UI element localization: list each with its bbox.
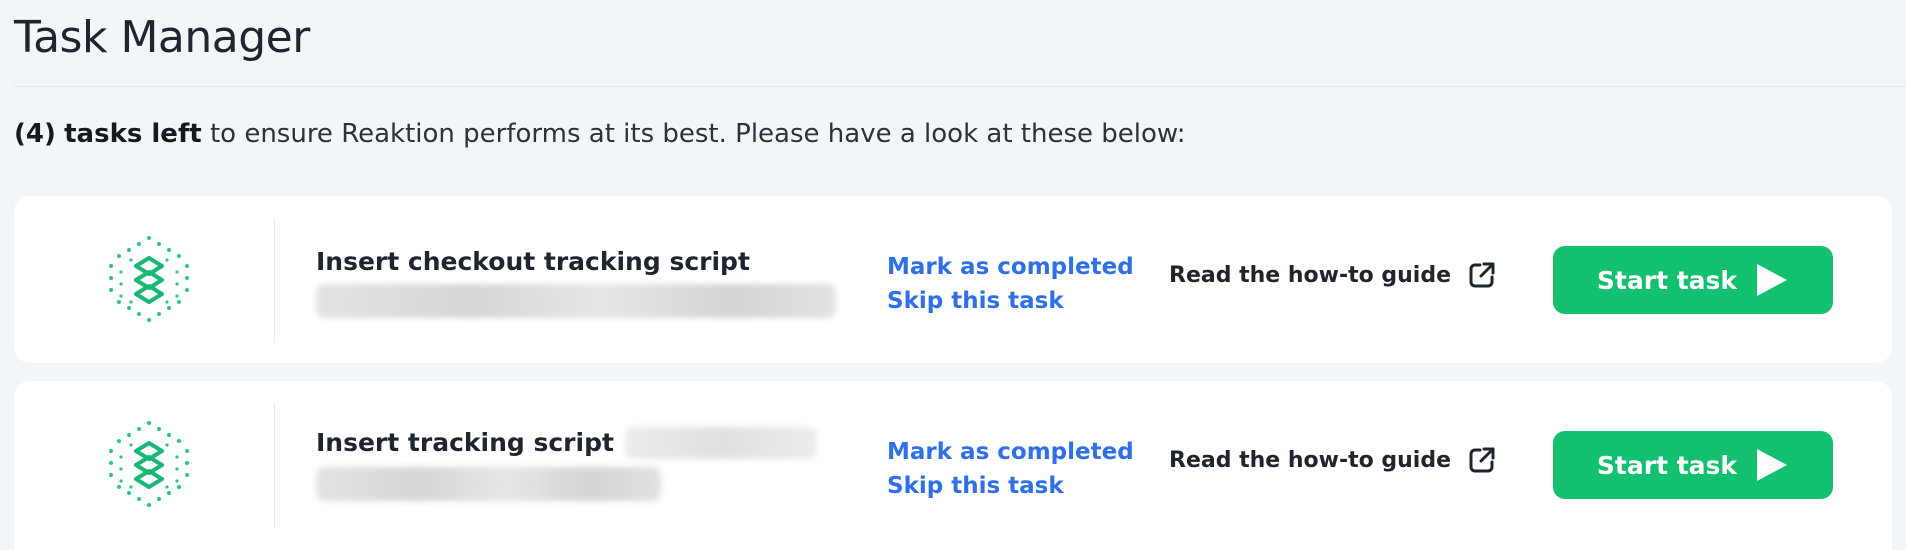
task-card: Insert tracking script Mark as completed… [14, 381, 1892, 550]
how-to-guide-label: Read the how-to guide [1169, 262, 1452, 288]
task-info: Insert checkout tracking script [316, 246, 836, 318]
redacted-task-title-suffix [625, 427, 818, 459]
task-card: Insert checkout tracking script Mark as … [14, 196, 1892, 363]
redacted-task-detail [316, 467, 661, 501]
skip-task-link[interactable]: Skip this task [887, 284, 1134, 318]
tasks-count: (4) [14, 119, 56, 149]
tasks-summary-text: to ensure Reaktion performs at its best.… [209, 119, 1186, 149]
start-task-label: Start task [1596, 450, 1738, 480]
external-link-icon [1469, 447, 1495, 473]
start-task-button[interactable]: Start task [1553, 431, 1833, 499]
how-to-guide-link[interactable]: Read the how-to guide [1169, 260, 1497, 290]
how-to-guide-link[interactable]: Read the how-to guide [1169, 445, 1497, 475]
how-to-guide-label: Read the how-to guide [1169, 447, 1452, 473]
start-task-button[interactable]: Start task [1553, 246, 1833, 314]
card-separator [274, 403, 275, 528]
header-divider [14, 86, 1906, 87]
task-title: Insert checkout tracking script [316, 247, 750, 276]
mark-completed-link[interactable]: Mark as completed [887, 250, 1134, 284]
task-actions: Mark as completed Skip this task [887, 435, 1134, 503]
external-link-icon [1469, 262, 1495, 288]
redacted-task-detail [316, 284, 836, 318]
reaktion-hexagon-logo-icon [109, 236, 189, 322]
card-separator [274, 218, 275, 343]
play-icon [1757, 449, 1788, 481]
play-icon [1757, 264, 1788, 296]
page-title: Task Manager [14, 12, 310, 63]
task-actions: Mark as completed Skip this task [887, 250, 1134, 318]
mark-completed-link[interactable]: Mark as completed [887, 435, 1134, 469]
start-task-label: Start task [1596, 265, 1738, 295]
task-info: Insert tracking script [316, 427, 818, 501]
reaktion-hexagon-logo-icon [109, 421, 189, 507]
skip-task-link[interactable]: Skip this task [887, 469, 1134, 503]
task-title: Insert tracking script [316, 428, 614, 457]
tasks-left-label: tasks left [64, 119, 202, 149]
tasks-summary: (4) tasks left to ensure Reaktion perfor… [14, 114, 1186, 154]
